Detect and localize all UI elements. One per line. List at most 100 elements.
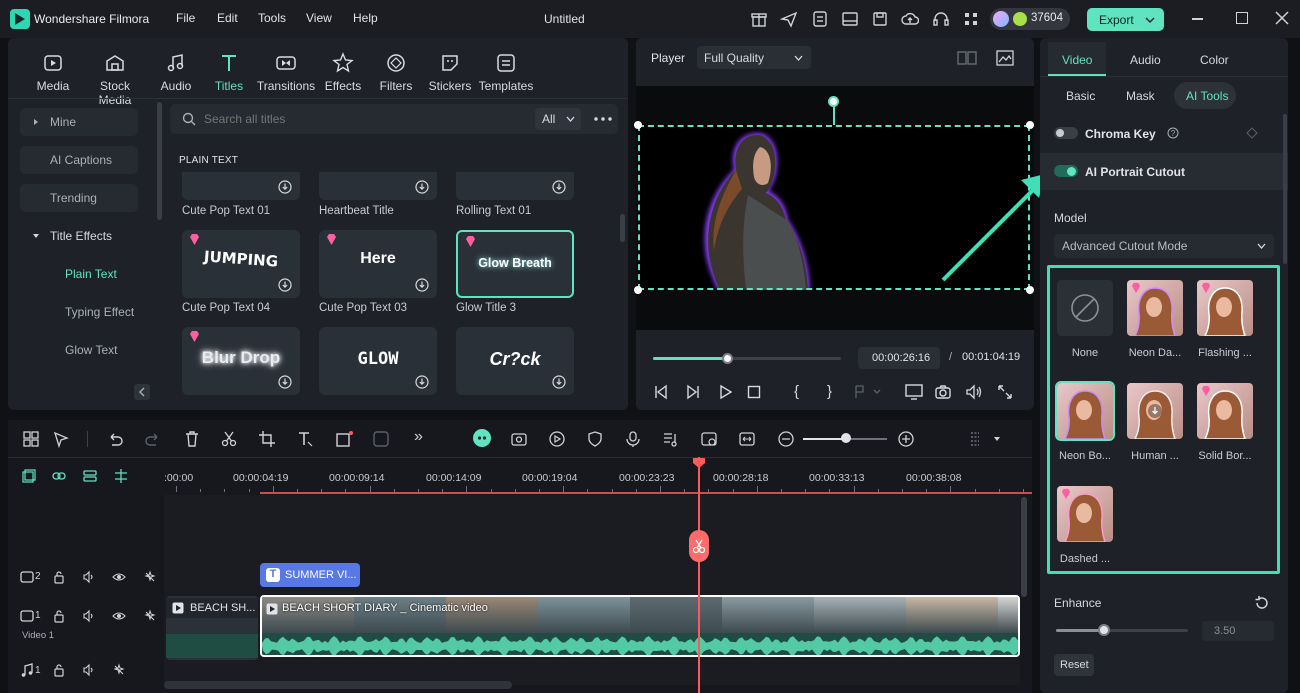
- delete-icon[interactable]: [183, 430, 201, 448]
- props-scrollbar[interactable]: [1283, 114, 1287, 264]
- more-options-icon[interactable]: [594, 117, 612, 121]
- playhead[interactable]: [698, 457, 700, 693]
- rotate-handle[interactable]: [828, 96, 839, 107]
- current-time[interactable]: 00:00:26:16: [858, 347, 940, 369]
- volume-icon[interactable]: [82, 663, 96, 677]
- zoom-slider-knob[interactable]: [841, 433, 851, 443]
- split-at-playhead-button[interactable]: [689, 530, 709, 562]
- menu-file[interactable]: File: [176, 11, 195, 25]
- play-icon[interactable]: [717, 384, 733, 400]
- camera-snapshot-icon[interactable]: [934, 383, 952, 401]
- credits-badge[interactable]: 37604: [990, 8, 1070, 30]
- chroma-key-toggle[interactable]: [1054, 127, 1078, 139]
- mark-in-icon[interactable]: {: [794, 383, 799, 400]
- speed-icon[interactable]: [548, 430, 566, 448]
- select-tool-icon[interactable]: [52, 430, 70, 448]
- reset-enhance-icon[interactable]: [1254, 595, 1270, 611]
- track-height-icon[interactable]: [966, 430, 984, 448]
- tab-titles[interactable]: Titles: [197, 52, 261, 93]
- playhead-knob[interactable]: [722, 353, 734, 364]
- menu-tools[interactable]: Tools: [258, 11, 286, 25]
- clip-settings-icon[interactable]: [700, 430, 718, 448]
- title-card-rolling-01[interactable]: [456, 172, 574, 200]
- display-settings-icon[interactable]: [904, 383, 924, 401]
- subtab-basic[interactable]: Basic: [1066, 89, 1095, 103]
- title-card-crack[interactable]: Cr?ck: [456, 327, 574, 395]
- tab-media[interactable]: Media: [21, 52, 85, 93]
- title-card-glow-title-3[interactable]: Glow Breath: [456, 230, 574, 298]
- sidebar-item-mine[interactable]: Mine: [20, 108, 138, 136]
- playhead-head[interactable]: [692, 457, 706, 469]
- video-clip-beach-diary[interactable]: BEACH SHORT DIARY _ Cinematic video: [260, 595, 1020, 657]
- fit-timeline-icon[interactable]: [738, 430, 756, 448]
- tab-transitions[interactable]: Transitions: [254, 52, 318, 93]
- volume-icon[interactable]: [82, 609, 96, 623]
- title-card-blur-drop[interactable]: Blur Drop: [182, 327, 300, 395]
- effects-off-icon[interactable]: [143, 609, 157, 623]
- enhance-slider-knob[interactable]: [1098, 624, 1110, 636]
- eye-icon[interactable]: [112, 570, 126, 584]
- add-track-icon[interactable]: [22, 469, 36, 483]
- sidebar-scrollbar[interactable]: [157, 102, 162, 220]
- crop-icon[interactable]: [258, 430, 276, 448]
- grid-apps-icon[interactable]: [962, 10, 980, 28]
- effects-off-icon[interactable]: [112, 663, 126, 677]
- text-tool-icon[interactable]: [296, 430, 314, 448]
- snapshot-preview-icon[interactable]: [995, 49, 1015, 67]
- fullscreen-icon[interactable]: [997, 384, 1013, 400]
- record-screen-icon[interactable]: [510, 430, 528, 448]
- sidebar-item-typing-effect[interactable]: Typing Effect: [20, 298, 138, 326]
- compare-view-icon[interactable]: [957, 50, 977, 66]
- audio-track-icon[interactable]: [662, 430, 680, 448]
- cutout-style-option[interactable]: [1057, 280, 1113, 336]
- next-frame-icon[interactable]: [685, 384, 701, 400]
- menu-view[interactable]: View: [306, 11, 332, 25]
- cutout-style-option[interactable]: [1127, 280, 1183, 336]
- menu-edit[interactable]: Edit: [217, 11, 238, 25]
- lock-icon[interactable]: [52, 609, 66, 623]
- sidebar-item-ai-captions[interactable]: AI Captions: [20, 146, 138, 174]
- lock-icon[interactable]: [52, 663, 66, 677]
- help-icon[interactable]: ?: [1167, 127, 1179, 139]
- timeline-horizontal-scrollbar[interactable]: [164, 681, 512, 689]
- cutout-style-option[interactable]: [1197, 280, 1253, 336]
- link-icon[interactable]: [52, 469, 66, 483]
- marker-icon[interactable]: [854, 385, 882, 399]
- cutout-style-option[interactable]: [1057, 486, 1113, 542]
- lock-icon[interactable]: [52, 570, 66, 584]
- title-card-cute-pop-01[interactable]: [182, 172, 300, 200]
- time-ruler[interactable]: :00:00 00:00:04:19 00:00:09:14 00:00:14:09 0…: [164, 457, 1032, 495]
- sidebar-item-trending[interactable]: Trending: [20, 184, 138, 212]
- quality-select[interactable]: Full Quality: [697, 46, 811, 69]
- video-clip-beach-short[interactable]: BEACH SH...: [166, 596, 258, 660]
- cutout-style-option[interactable]: [1055, 381, 1115, 441]
- export-button[interactable]: Export: [1087, 8, 1164, 31]
- send-icon[interactable]: [780, 10, 798, 28]
- redo-icon[interactable]: [144, 430, 162, 448]
- collapse-sidebar-button[interactable]: [134, 384, 150, 400]
- cloud-upload-icon[interactable]: [901, 10, 919, 28]
- undo-icon[interactable]: [106, 430, 124, 448]
- sidebar-item-plain-text[interactable]: Plain Text: [20, 260, 138, 288]
- stop-icon[interactable]: [747, 385, 761, 399]
- cutout-style-option[interactable]: [1197, 383, 1253, 439]
- gift-icon[interactable]: [750, 10, 768, 28]
- tab-stickers[interactable]: Stickers: [418, 52, 482, 93]
- cutout-style-option[interactable]: [1127, 383, 1183, 439]
- headset-icon[interactable]: [932, 10, 950, 28]
- volume-icon[interactable]: [965, 383, 983, 401]
- close-icon[interactable]: [1275, 11, 1289, 25]
- title-card-glow[interactable]: GLOW: [319, 327, 437, 395]
- minimize-icon[interactable]: [1192, 18, 1203, 20]
- zoom-out-icon[interactable]: [777, 430, 795, 448]
- subtab-ai-tools[interactable]: AI Tools: [1186, 89, 1228, 103]
- effects-off-icon[interactable]: [143, 570, 157, 584]
- tab-audio[interactable]: Audio: [1130, 53, 1161, 67]
- resize-handle[interactable]: [634, 121, 642, 129]
- tab-templates[interactable]: Templates: [474, 52, 538, 93]
- auto-reframe-icon[interactable]: [372, 430, 390, 448]
- volume-icon[interactable]: [82, 570, 96, 584]
- tab-color[interactable]: Color: [1200, 53, 1229, 67]
- save-icon[interactable]: [871, 10, 889, 28]
- title-card-heartbeat[interactable]: [319, 172, 437, 200]
